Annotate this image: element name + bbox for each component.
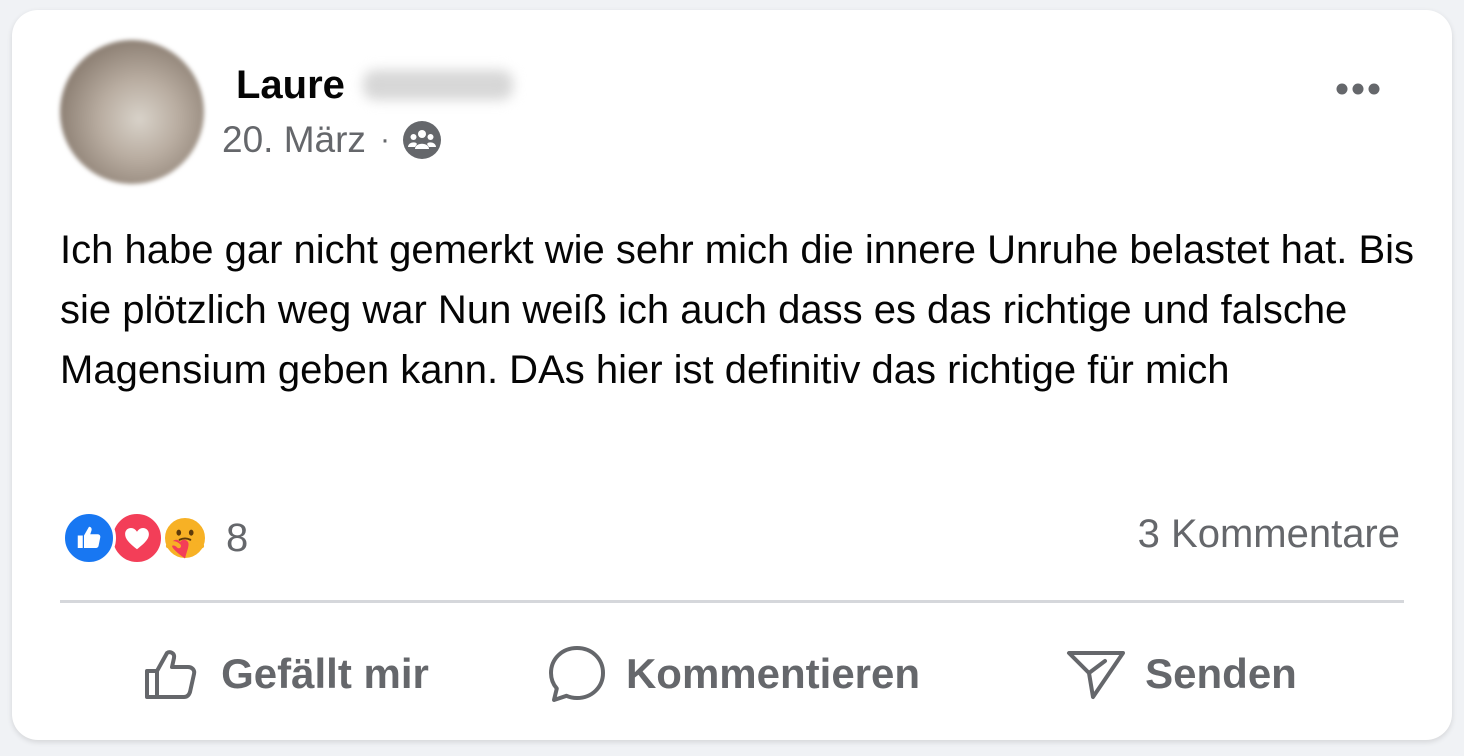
author-name-row: Laure <box>236 60 513 110</box>
like-reaction-icon <box>62 511 116 565</box>
like-button[interactable]: Gefällt mir <box>60 632 508 716</box>
reaction-count: 8 <box>226 515 249 560</box>
friends-icon[interactable] <box>402 120 442 160</box>
send-button-label: Senden <box>1145 650 1297 697</box>
post-date[interactable]: 20. März <box>222 119 366 161</box>
comment-button-label: Kommentieren <box>625 650 921 697</box>
more-icon <box>1336 83 1380 95</box>
post-text: Ich habe gar nicht gemerkt wie sehr mich… <box>60 228 1415 392</box>
action-bar: Gefällt mir Kommentieren Senden <box>60 632 1404 716</box>
comment-bubble-icon <box>548 646 605 702</box>
reactions-summary[interactable]: 8 <box>62 508 248 568</box>
more-options-button[interactable] <box>1332 74 1392 104</box>
comment-button[interactable]: Kommentieren <box>508 632 956 716</box>
care-reaction-icon <box>158 511 212 565</box>
meta-separator: · <box>379 123 390 156</box>
send-icon <box>1067 651 1126 699</box>
post-meta: 20. März · <box>222 118 442 162</box>
avatar[interactable] <box>60 40 204 184</box>
author-last-name-redacted <box>362 70 513 100</box>
like-button-label: Gefällt mir <box>221 650 429 697</box>
post-card: Laure 20. März · Ich habe gar nicht geme… <box>12 10 1452 740</box>
love-reaction-icon <box>110 511 164 565</box>
divider <box>60 600 1404 603</box>
author-name[interactable]: Laure <box>236 63 345 108</box>
send-button[interactable]: Senden <box>956 632 1404 716</box>
thumbs-up-icon <box>145 650 197 699</box>
comments-count-link[interactable]: 3 Kommentare <box>1138 512 1400 557</box>
